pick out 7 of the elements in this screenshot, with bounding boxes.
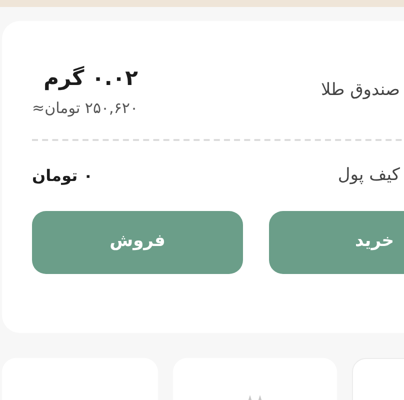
wallet-balance: ۰ تومان	[32, 164, 93, 187]
holdings-label: صندوق طلا	[321, 79, 400, 102]
action-button[interactable]: فروش	[32, 210, 243, 274]
holding-amount: ۰.۰۲ گرم	[44, 65, 138, 92]
action-button[interactable]: خرید	[269, 210, 404, 274]
wallet-label: کیف پول	[338, 164, 400, 187]
holding-value: ۲۵۰,۶۲۰ تومان≈	[32, 98, 138, 119]
